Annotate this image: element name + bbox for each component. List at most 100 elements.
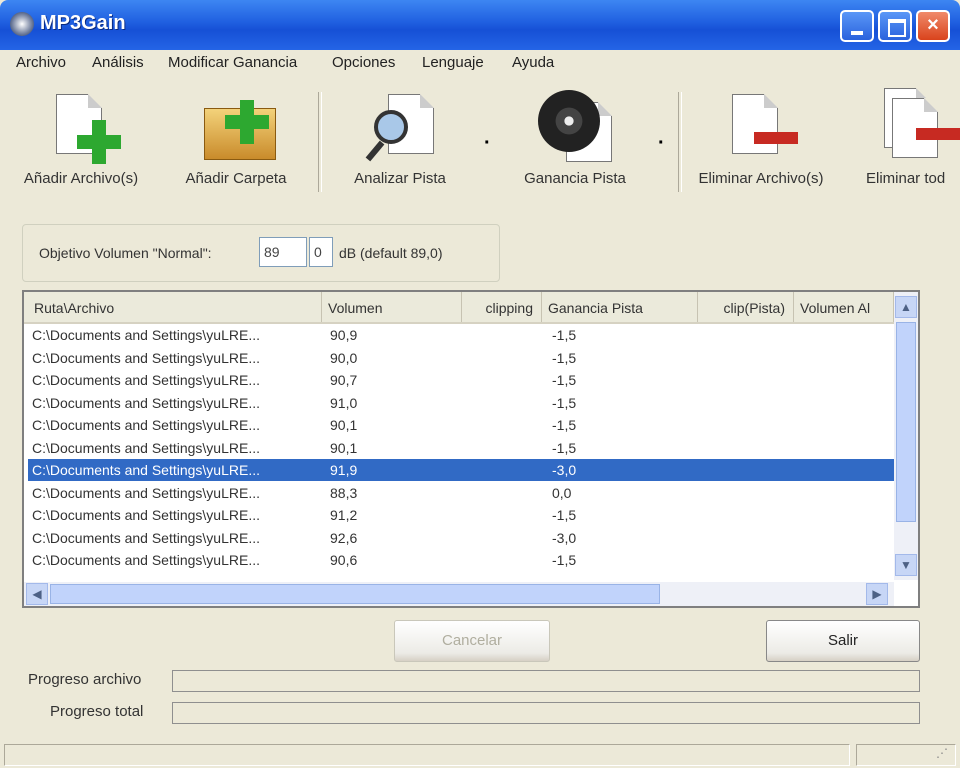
column-track-gain[interactable]: Ganancia Pista — [542, 292, 698, 322]
menu-analisis[interactable]: Análisis — [92, 54, 144, 71]
scroll-right-icon[interactable]: ▶ — [866, 583, 888, 605]
cell-volume: 90,1 — [330, 439, 358, 456]
toolbar-separator — [318, 92, 322, 192]
table-row[interactable]: C:\Documents and Settings\yuLRE... 92,6 -3… — [28, 527, 894, 549]
cell-track-gain: -1,5 — [552, 394, 577, 411]
cell-track-gain: -1,5 — [552, 372, 577, 388]
cell-track-gain: -1,5 — [552, 507, 577, 523]
table-row[interactable]: C:\Documents and Settings\yuLRE... 91,2 -1… — [28, 504, 894, 526]
title-bar[interactable]: MP3Gain × — [0, 0, 960, 50]
cell-volume: 90,9 — [330, 327, 358, 343]
table-row[interactable]: C:\Documents and Settings\yuLRE... 90,0 -1… — [28, 347, 894, 369]
toolbar-dot: · — [484, 132, 491, 154]
table-row[interactable]: C:\Documents and Settings\yuLRE... 90,1 -1… — [28, 414, 894, 436]
analyze-track-label: Analizar Pista — [354, 170, 446, 187]
scroll-down-icon[interactable]: ▼ — [895, 554, 917, 576]
table-row[interactable]: C:\Documents and Settings\yuLRE... 91,9 -3… — [28, 459, 894, 481]
cell-volume: 92,6 — [330, 529, 358, 546]
minimize-icon — [851, 31, 863, 35]
table-row[interactable]: C:\Documents and Settings\yuLRE... 88,3 0,… — [28, 482, 894, 504]
cell-path: C:\Documents and Settings\yuLRE... — [32, 349, 260, 366]
cell-volume: 91,2 — [330, 507, 358, 523]
vertical-scrollbar[interactable]: ▲ ▼ — [894, 292, 918, 580]
vertical-scroll-thumb[interactable] — [896, 322, 916, 522]
column-clipping[interactable]: clipping — [462, 292, 542, 322]
table-row[interactable]: C:\Documents and Settings\yuLRE... 90,7 -1… — [28, 369, 894, 391]
cell-track-gain: -3,0 — [552, 529, 577, 546]
exit-button[interactable]: Salir — [766, 620, 920, 662]
cell-path: C:\Documents and Settings\yuLRE... — [32, 484, 260, 501]
table-row[interactable]: C:\Documents and Settings\yuLRE... 90,9 -1… — [28, 324, 894, 346]
cell-volume: 90,6 — [330, 552, 358, 568]
file-table[interactable]: Ruta\Archivo Volumen clipping Ganancia P… — [22, 290, 920, 608]
target-default-text: dB (default 89,0) — [339, 245, 443, 261]
cell-path: C:\Documents and Settings\yuLRE... — [32, 394, 260, 411]
remove-files-label: Eliminar Archivo(s) — [698, 170, 824, 187]
analyze-track-button[interactable]: Analizar Pista — [330, 82, 470, 197]
file-progress-label: Progreso archivo — [28, 671, 142, 688]
column-clip-track[interactable]: clip(Pista) — [698, 292, 794, 322]
horizontal-scroll-thumb[interactable] — [50, 584, 660, 604]
total-progress-bar — [172, 702, 920, 724]
add-folder-label: Añadir Carpeta — [185, 170, 287, 187]
close-button[interactable]: × — [916, 10, 950, 42]
maximize-button[interactable] — [878, 10, 912, 42]
horizontal-scrollbar[interactable]: ◀ ▶ — [24, 582, 894, 606]
cell-track-gain: -1,5 — [552, 349, 577, 366]
menu-lenguaje[interactable]: Lenguaje — [422, 54, 484, 71]
menu-bar: Archivo Análisis Modificar Ganancia Opci… — [0, 50, 960, 78]
status-panel-main — [4, 744, 850, 766]
remove-files-button[interactable]: Eliminar Archivo(s) — [686, 82, 836, 197]
cell-path: C:\Documents and Settings\yuLRE... — [32, 372, 260, 388]
menu-archivo[interactable]: Archivo — [16, 54, 66, 71]
cell-path: C:\Documents and Settings\yuLRE... — [32, 507, 260, 523]
menu-modificar-ganancia[interactable]: Modificar Ganancia — [168, 54, 297, 71]
cell-track-gain: -1,5 — [552, 327, 577, 343]
column-path[interactable]: Ruta\Archivo — [28, 292, 322, 322]
cell-track-gain: -1,5 — [552, 417, 577, 433]
minimize-button[interactable] — [840, 10, 874, 42]
cell-track-gain: 0,0 — [552, 484, 572, 501]
cell-volume: 88,3 — [330, 484, 358, 501]
file-progress-bar — [172, 670, 920, 692]
cell-path: C:\Documents and Settings\yuLRE... — [32, 552, 260, 568]
resize-grip-icon[interactable]: ⋰ — [936, 746, 948, 760]
track-gain-button[interactable]: Ganancia Pista — [500, 82, 650, 197]
close-icon: × — [927, 14, 939, 36]
menu-opciones[interactable]: Opciones — [332, 54, 395, 71]
cell-volume: 91,9 — [330, 462, 358, 478]
table-row[interactable]: C:\Documents and Settings\yuLRE... 90,6 -1… — [28, 549, 894, 571]
cell-track-gain: -3,0 — [552, 462, 577, 478]
status-bar: ⋰ — [0, 740, 960, 768]
cell-path: C:\Documents and Settings\yuLRE... — [32, 327, 260, 343]
target-decimal-field[interactable]: 0 — [309, 237, 333, 267]
table-row[interactable]: C:\Documents and Settings\yuLRE... 91,0 -1… — [28, 392, 894, 414]
menu-ayuda[interactable]: Ayuda — [512, 54, 554, 71]
column-volume[interactable]: Volumen — [322, 292, 462, 322]
target-volume-group: Objetivo Volumen "Normal": 89 0 dB (defa… — [22, 224, 500, 282]
cell-track-gain: -1,5 — [552, 552, 577, 568]
cell-path: C:\Documents and Settings\yuLRE... — [32, 529, 260, 546]
target-integer-field[interactable]: 89 — [259, 237, 307, 267]
remove-all-button[interactable]: Eliminar tod — [860, 82, 960, 197]
add-folder-button[interactable]: Añadir Carpeta — [166, 82, 306, 197]
table-row[interactable]: C:\Documents and Settings\yuLRE... 90,1 -1… — [28, 437, 894, 459]
remove-all-label: Eliminar tod — [866, 170, 946, 187]
cell-path: C:\Documents and Settings\yuLRE... — [32, 439, 260, 456]
total-progress-label: Progreso total — [50, 703, 144, 720]
window-title: MP3Gain — [40, 12, 126, 34]
cell-volume: 90,0 — [330, 349, 358, 366]
table-header: Ruta\Archivo Volumen clipping Ganancia P… — [24, 292, 894, 324]
cell-volume: 90,7 — [330, 372, 358, 388]
scroll-up-icon[interactable]: ▲ — [895, 296, 917, 318]
cell-path: C:\Documents and Settings\yuLRE... — [32, 462, 260, 478]
cell-path: C:\Documents and Settings\yuLRE... — [32, 417, 260, 433]
cell-volume: 90,1 — [330, 417, 358, 433]
add-files-button[interactable]: Añadir Archivo(s) — [6, 82, 156, 197]
scroll-left-icon[interactable]: ◀ — [26, 583, 48, 605]
maximize-icon — [888, 19, 906, 37]
cancel-button[interactable]: Cancelar — [394, 620, 550, 662]
column-album-volume[interactable]: Volumen Al — [794, 292, 894, 322]
toolbar-separator — [678, 92, 682, 192]
target-volume-label: Objetivo Volumen "Normal": — [39, 245, 212, 261]
